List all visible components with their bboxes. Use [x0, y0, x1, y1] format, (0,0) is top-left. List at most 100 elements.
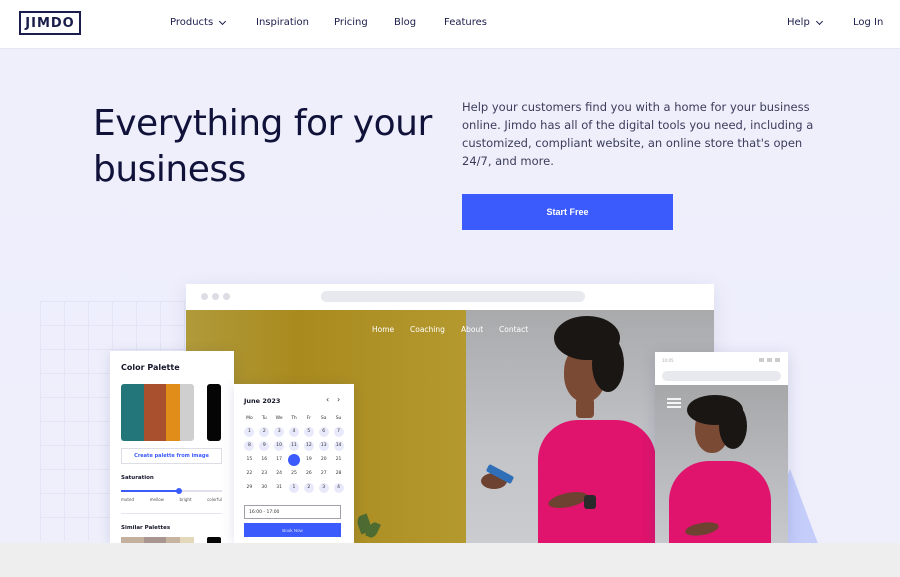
- time-slot-field[interactable]: 16:00 - 17:00: [244, 505, 341, 519]
- calendar-day[interactable]: 5: [303, 427, 314, 437]
- hair: [719, 403, 747, 449]
- weekday-header: We: [275, 416, 283, 421]
- calendar-day[interactable]: 16: [259, 455, 269, 465]
- chevron-down-icon: [815, 17, 823, 25]
- start-free-button[interactable]: Start Free: [462, 194, 673, 230]
- nav-pricing[interactable]: Pricing: [334, 17, 368, 28]
- calendar-day[interactable]: 19: [304, 455, 314, 465]
- weekday-header: Tu: [261, 416, 267, 421]
- site-header: JIMDO Products Inspiration Pricing Blog …: [0, 0, 900, 49]
- calendar-day[interactable]: 23: [259, 469, 269, 479]
- nav-inspiration[interactable]: Inspiration: [256, 17, 309, 28]
- pink-shirt: [538, 420, 656, 543]
- scale-muted: muted: [121, 497, 134, 502]
- saturation-slider-thumb[interactable]: [175, 487, 182, 494]
- calendar-day[interactable]: 24: [274, 469, 284, 479]
- swatch-teal[interactable]: [121, 384, 144, 441]
- mobile-website-preview: [655, 385, 788, 543]
- swatch-grey[interactable]: [180, 384, 194, 441]
- booking-calendar-card: June 2023 ‹ › Mo Tu We Th Fr Sa Su 1 2 3 4 5 6 7 8 9 10 1…: [234, 384, 354, 543]
- preview-nav-home[interactable]: Home: [372, 325, 394, 334]
- calendar-day[interactable]: 17: [274, 455, 284, 465]
- calendar-day[interactable]: 29: [244, 483, 254, 493]
- calendar-day[interactable]: 21: [334, 455, 344, 465]
- calendar-day[interactable]: 4: [288, 427, 299, 437]
- calendar-day[interactable]: 3: [318, 483, 329, 493]
- saturation-label: Saturation: [121, 475, 154, 481]
- weekday-header: Th: [291, 416, 297, 421]
- calendar-day[interactable]: 13: [318, 441, 329, 451]
- saturation-slider[interactable]: [121, 487, 222, 494]
- jimdo-logo[interactable]: JIMDO: [19, 11, 81, 35]
- saturation-scale: muted mellow bright colorful: [121, 497, 222, 502]
- palette-swatches: [121, 384, 194, 441]
- calendar-day[interactable]: 12: [303, 441, 314, 451]
- nav-help[interactable]: Help: [787, 17, 823, 28]
- calendar-day[interactable]: 4: [333, 483, 344, 493]
- calendar-day[interactable]: 10: [274, 441, 285, 451]
- calendar-day[interactable]: 25: [289, 469, 299, 479]
- hair: [592, 336, 624, 392]
- scale-bright: bright: [179, 497, 192, 502]
- hamburger-menu-icon[interactable]: [667, 398, 681, 408]
- mobile-time: 10:05: [662, 358, 674, 363]
- chevron-right-icon[interactable]: ›: [337, 395, 340, 404]
- preview-nav-about[interactable]: About: [461, 325, 483, 334]
- calendar-day-selected[interactable]: 18: [288, 455, 299, 465]
- calendar-day[interactable]: 1: [288, 483, 299, 493]
- calendar-day[interactable]: 27: [319, 469, 329, 479]
- calendar-month: June 2023: [244, 397, 281, 405]
- preview-nav-contact[interactable]: Contact: [499, 325, 528, 334]
- mobile-status-icons: [759, 358, 780, 362]
- calendar-day[interactable]: 2: [259, 427, 270, 437]
- calendar-day[interactable]: 20: [319, 455, 329, 465]
- swatch-orange[interactable]: [166, 384, 180, 441]
- weekday-header: Mo: [246, 416, 253, 421]
- calendar-day[interactable]: 7: [333, 427, 344, 437]
- mobile-url-bar: [662, 371, 781, 381]
- calendar-day[interactable]: 26: [304, 469, 314, 479]
- calendar-day[interactable]: 22: [244, 469, 254, 479]
- calendar-day[interactable]: 9: [259, 441, 270, 451]
- nav-products[interactable]: Products: [170, 17, 227, 28]
- calendar-day[interactable]: 11: [288, 441, 299, 451]
- swatch-black[interactable]: [207, 384, 221, 441]
- window-dot-icon: [223, 293, 230, 300]
- weekday-header: Fr: [306, 416, 311, 421]
- hero-headline: Everything for your business: [93, 103, 432, 190]
- calendar-day[interactable]: 28: [334, 469, 344, 479]
- calendar-day[interactable]: 2: [303, 483, 314, 493]
- similar-palettes-label: Similar Palettes: [121, 525, 171, 531]
- nav-blog[interactable]: Blog: [394, 17, 416, 28]
- browser-toolbar: [186, 284, 714, 310]
- calendar-day[interactable]: 3: [274, 427, 285, 437]
- swatch-rust[interactable]: [144, 384, 166, 441]
- calendar-day[interactable]: 1: [244, 427, 255, 437]
- wifi-icon: [767, 358, 772, 362]
- preview-nav-coaching[interactable]: Coaching: [410, 325, 445, 334]
- window-dot-icon: [201, 293, 208, 300]
- calendar-day[interactable]: 6: [318, 427, 329, 437]
- calendar-day[interactable]: 31: [274, 483, 284, 493]
- signal-icon: [759, 358, 764, 362]
- color-palette-card: Color Palette Create palette from image …: [110, 351, 234, 543]
- palette-title: Color Palette: [121, 363, 180, 372]
- chevron-left-icon[interactable]: ‹: [326, 395, 329, 404]
- create-palette-button[interactable]: Create palette from image: [121, 448, 222, 464]
- battery-icon: [775, 358, 780, 362]
- calendar-day[interactable]: 15: [244, 455, 254, 465]
- book-now-button[interactable]: Book Now: [244, 523, 341, 537]
- calendar-day[interactable]: 8: [244, 441, 255, 451]
- scale-colorful: colorful: [207, 497, 222, 502]
- chevron-down-icon: [219, 17, 227, 25]
- neck: [576, 398, 594, 418]
- saturation-slider-fill: [121, 490, 179, 492]
- mobile-mockup: 10:05: [655, 352, 788, 543]
- weekday-header: Sa: [320, 416, 327, 421]
- window-dot-icon: [212, 293, 219, 300]
- login-link[interactable]: Log In: [853, 17, 883, 28]
- nav-features[interactable]: Features: [444, 17, 487, 28]
- divider: [121, 513, 222, 514]
- calendar-day[interactable]: 30: [259, 483, 269, 493]
- calendar-day[interactable]: 14: [333, 441, 344, 451]
